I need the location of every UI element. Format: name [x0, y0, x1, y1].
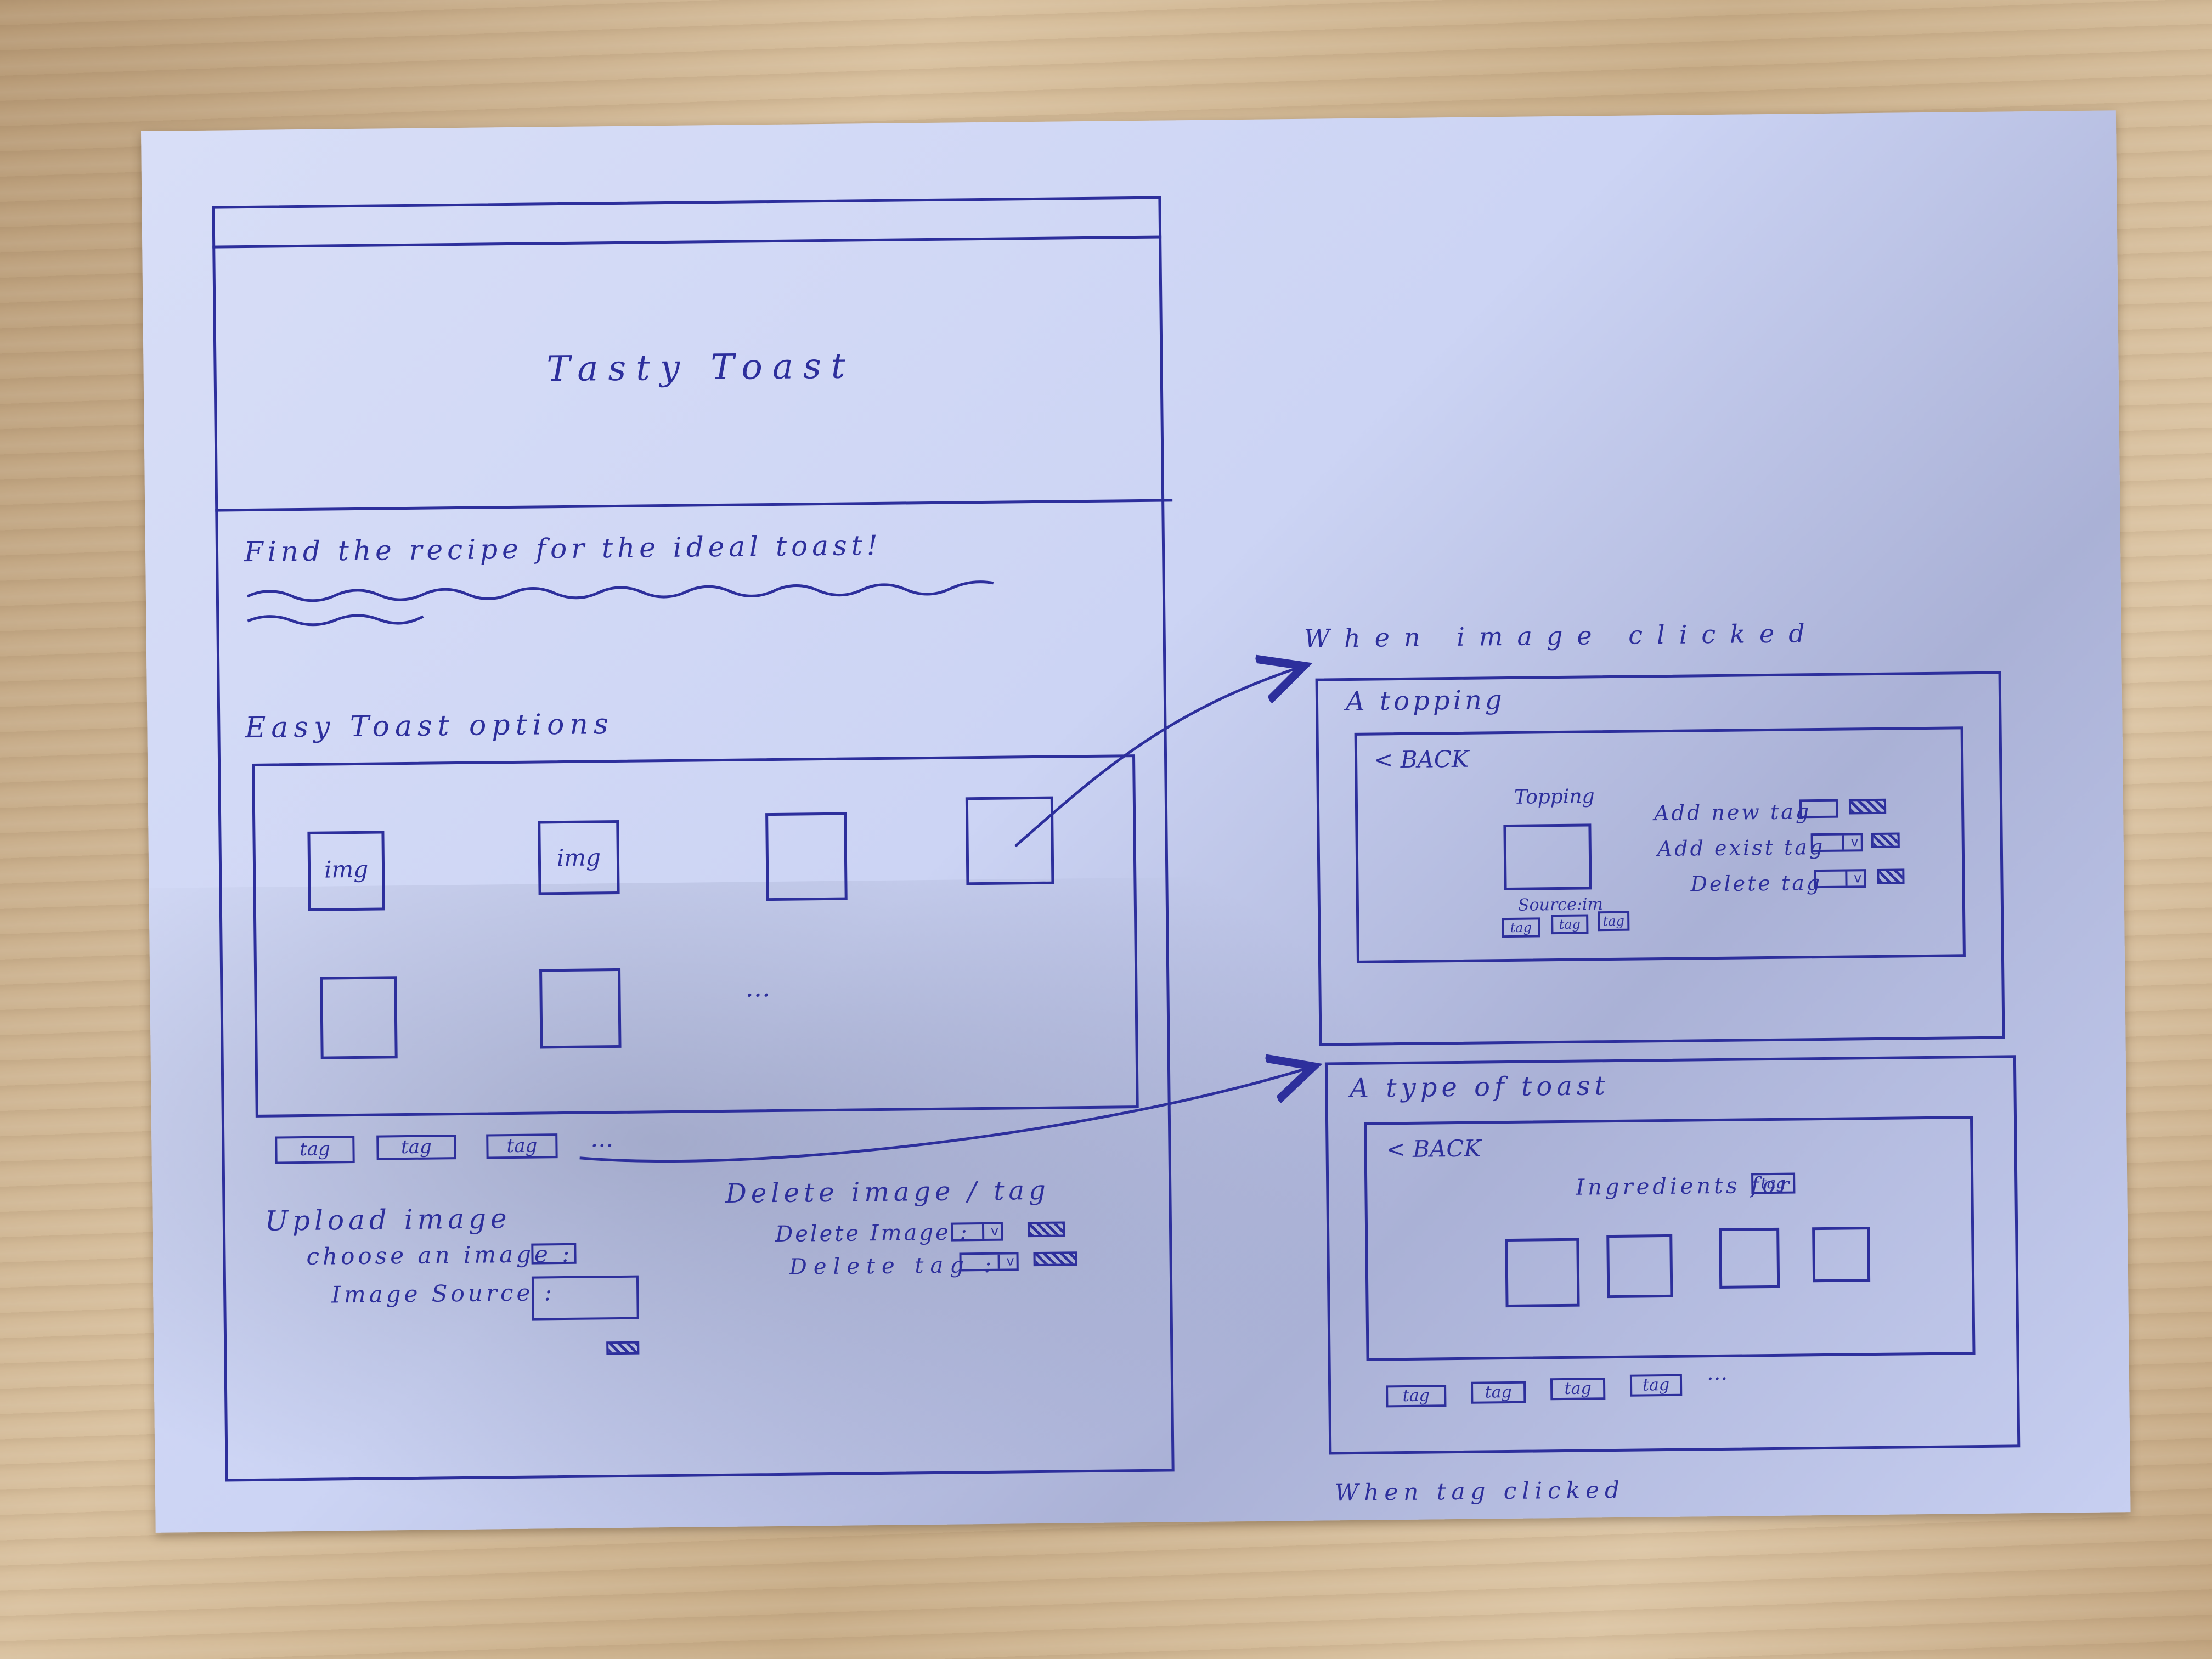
tag-click-arrow [579, 1068, 1310, 1163]
flow-arrows [579, 110, 2131, 1163]
sketch-paper: Tasty Toast Find the recipe for the idea… [141, 110, 2131, 1533]
image-click-arrow [1014, 668, 1300, 848]
